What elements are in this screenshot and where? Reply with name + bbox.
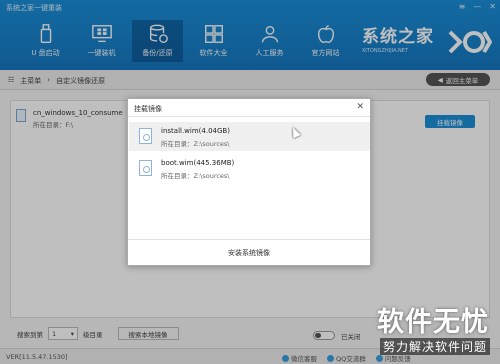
- wim-file-icon: [139, 160, 152, 176]
- wim-path: 所在目录：Z:\sources\: [161, 140, 230, 148]
- wim-list-item[interactable]: install.wim(4.04GB) 所在目录：Z:\sources\: [129, 122, 370, 151]
- dialog-title: 挂载镜像: [134, 105, 162, 113]
- watermark-subtitle: 努力解决软件问题: [380, 338, 491, 355]
- wim-path: 所在目录：Z:\sources\: [161, 172, 230, 180]
- wim-name: boot.wim(445.36MB): [161, 159, 235, 167]
- watermark: 软件无忧 努力解决软件问题: [370, 300, 500, 364]
- dialog-header: 挂载镜像 ✕: [128, 99, 370, 117]
- wim-file-icon: [139, 128, 152, 144]
- wim-list-item[interactable]: boot.wim(445.36MB) 所在目录：Z:\sources\: [129, 154, 370, 183]
- mount-image-dialog: 挂载镜像 ✕ install.wim(4.04GB) 所在目录：Z:\sourc…: [127, 98, 371, 266]
- wim-name: install.wim(4.04GB): [161, 127, 230, 135]
- close-icon[interactable]: ✕: [356, 102, 364, 112]
- watermark-title: 软件无忧: [377, 307, 489, 338]
- install-system-image-button[interactable]: 安装系统镜像: [128, 239, 370, 265]
